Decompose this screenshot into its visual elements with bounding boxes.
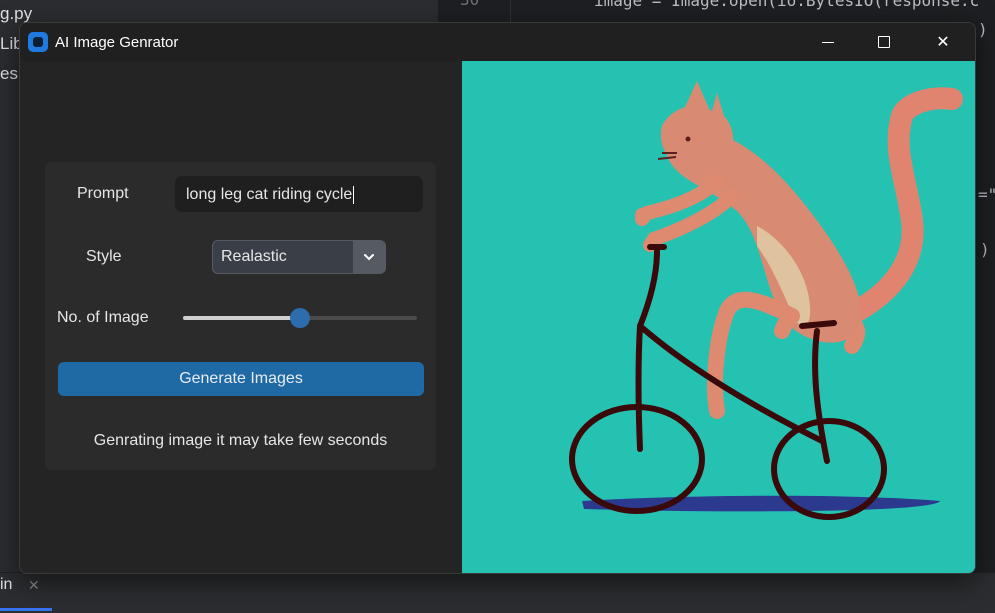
style-label: Style [86, 248, 122, 265]
code-line: image = Image.open(io.BytesIO(response.c [594, 0, 980, 10]
code-line: ) [980, 240, 990, 259]
prompt-input[interactable]: long leg cat riding cycle [175, 176, 423, 212]
prompt-label: Prompt [77, 185, 129, 202]
form-card: Prompt long leg cat riding cycle Style R… [45, 162, 436, 470]
slider-thumb[interactable] [290, 308, 310, 328]
maximize-button[interactable] [861, 23, 907, 61]
maximize-icon [878, 36, 890, 48]
style-dropdown[interactable]: Realastic [212, 240, 386, 274]
text-caret [353, 185, 355, 204]
ide-bottom-tab[interactable]: in [0, 576, 12, 594]
app-icon [28, 32, 48, 52]
window-title: AI Image Genrator [55, 34, 179, 51]
line-number: 30 [460, 0, 479, 9]
ide-bottom-bar: in ✕ [0, 572, 995, 613]
minimize-button[interactable] [805, 23, 851, 61]
num-images-label: No. of Image [57, 309, 149, 326]
slider-fill [183, 316, 300, 320]
prompt-input-value: long leg cat riding cycle [186, 186, 353, 203]
app-window: AI Image Genrator ✕ Prompt long leg cat … [19, 22, 976, 574]
close-button[interactable]: ✕ [920, 23, 966, 61]
app-content: Prompt long leg cat riding cycle Style R… [20, 61, 975, 573]
tab-close-icon[interactable]: ✕ [28, 577, 40, 594]
title-bar[interactable]: AI Image Genrator ✕ [20, 23, 975, 61]
num-images-slider[interactable] [183, 308, 417, 328]
chevron-down-icon[interactable] [353, 241, 385, 273]
ide-file-item[interactable]: g.py [0, 4, 32, 24]
code-line: =" [978, 185, 995, 204]
code-line: ) [978, 20, 988, 39]
cat-on-bicycle-illustration [462, 61, 975, 573]
status-message: Genrating image it may take few seconds [93, 432, 388, 449]
minimize-icon [822, 41, 834, 43]
generated-image [462, 61, 975, 573]
close-icon: ✕ [936, 34, 950, 51]
tab-underline [0, 608, 52, 611]
generate-images-button[interactable]: Generate Images [58, 362, 424, 396]
style-dropdown-value: Realastic [221, 248, 287, 265]
